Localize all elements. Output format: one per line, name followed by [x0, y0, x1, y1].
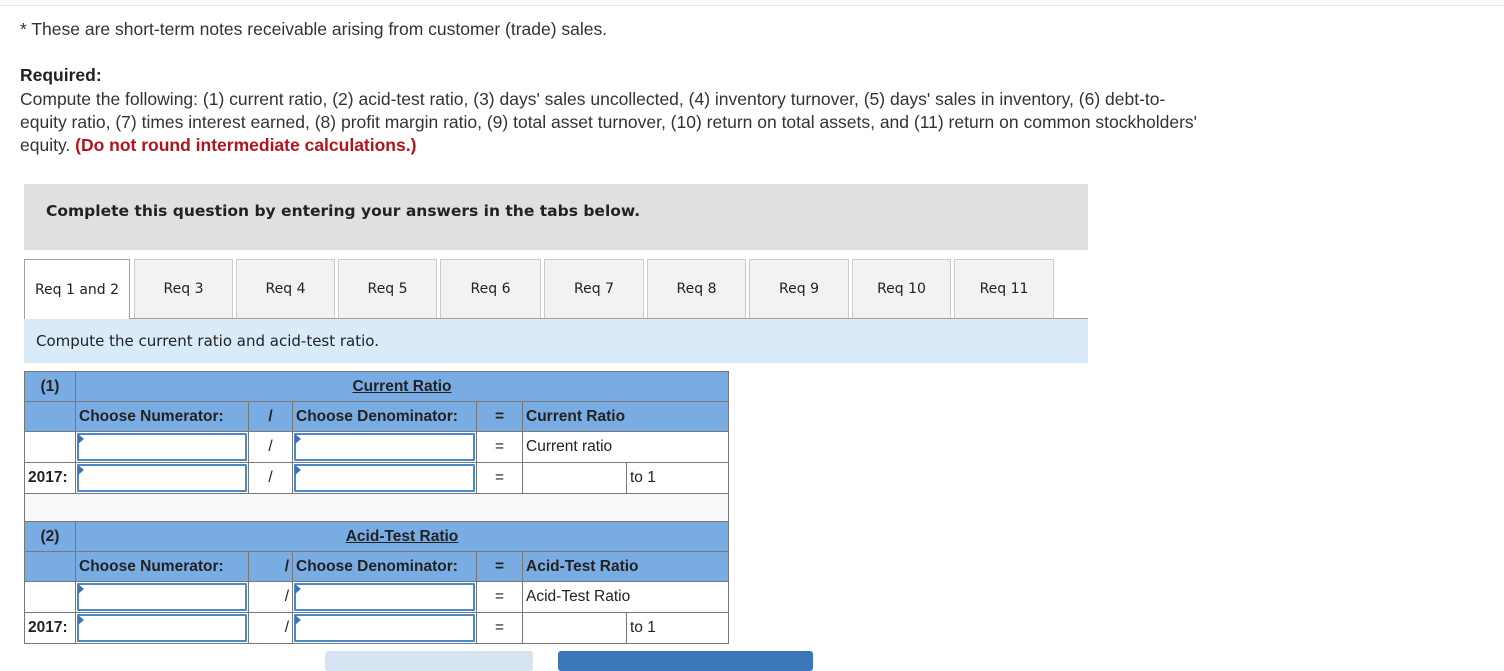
tab-req-5[interactable]: Req 5	[338, 259, 437, 318]
denominator-input-cell	[292, 462, 477, 494]
dropdown-marker-icon	[295, 465, 301, 475]
tab-req-4[interactable]: Req 4	[236, 259, 335, 318]
numerator-header: Choose Numerator:	[75, 401, 249, 432]
numerator-value-input[interactable]	[77, 614, 247, 642]
dropdown-marker-icon	[295, 584, 301, 594]
numerator-select-cell	[75, 581, 249, 613]
tab-label: Req 9	[779, 281, 819, 297]
divide-symbol: /	[248, 401, 293, 432]
equals-symbol: =	[476, 462, 523, 494]
footnote: * These are short-term notes receivable …	[20, 19, 608, 39]
divide-symbol: /	[248, 462, 293, 494]
instructions-banner: Complete this question by entering your …	[24, 184, 1088, 250]
top-bar	[0, 0, 1504, 6]
previous-button[interactable]	[325, 651, 533, 671]
result-suffix: to 1	[626, 462, 729, 494]
section-title: Acid-Test Ratio	[75, 521, 729, 552]
empty-cell	[24, 401, 76, 432]
tab-label: Req 4	[265, 281, 306, 297]
numerator-input-cell	[75, 462, 249, 494]
tab-req-11[interactable]: Req 11	[954, 259, 1054, 318]
result-header: Current Ratio	[522, 401, 729, 432]
tab-req-9[interactable]: Req 9	[749, 259, 849, 318]
required-text: Compute the following: (1) current ratio…	[20, 88, 1210, 157]
next-button[interactable]	[558, 651, 813, 671]
dropdown-marker-icon	[78, 465, 84, 475]
dropdown-marker-icon	[78, 434, 84, 444]
banner-text: Complete this question by entering your …	[46, 202, 641, 220]
tab-req-10[interactable]: Req 10	[852, 259, 951, 318]
equals-symbol: =	[476, 612, 523, 644]
empty-cell	[24, 551, 76, 582]
tab-label: Req 7	[574, 281, 614, 297]
acid-test-ratio-table: (2) Acid-Test Ratio Choose Numerator: / …	[24, 521, 729, 644]
denominator-select-cell	[292, 431, 477, 463]
divide-symbol: /	[248, 431, 293, 463]
divide-symbol: /	[248, 551, 293, 582]
denominator-select-cell	[292, 581, 477, 613]
tab-req-3[interactable]: Req 3	[134, 259, 233, 318]
denominator-dropdown[interactable]	[294, 583, 475, 611]
tab-req-7[interactable]: Req 7	[544, 259, 644, 318]
spacer-row	[24, 493, 729, 524]
tab-req-1-and-2[interactable]: Req 1 and 2	[24, 259, 130, 319]
required-heading: Required:	[20, 65, 102, 85]
instruction-bar: Compute the current ratio and acid-test …	[24, 319, 1088, 363]
year-label: 2017:	[24, 462, 76, 494]
tab-req-6[interactable]: Req 6	[440, 259, 541, 318]
tab-label: Req 8	[676, 281, 717, 297]
numerator-value-input[interactable]	[77, 464, 247, 492]
divide-symbol: /	[248, 581, 293, 613]
equals-symbol: =	[476, 401, 523, 432]
tab-label: Req 5	[367, 281, 408, 297]
denominator-dropdown[interactable]	[294, 433, 475, 461]
empty-cell	[24, 581, 76, 613]
denominator-value-input[interactable]	[294, 614, 475, 642]
denominator-input-cell	[292, 612, 477, 644]
tab-label: Req 1 and 2	[34, 281, 120, 298]
tab-label: Req 11	[979, 281, 1029, 297]
numerator-input-cell	[75, 612, 249, 644]
requirement-tabs: Req 1 and 2 Req 3 Req 4 Req 5 Req 6 Req …	[24, 259, 1088, 319]
current-ratio-table: (1) Current Ratio Choose Numerator: / Ch…	[24, 371, 729, 524]
tab-req-8[interactable]: Req 8	[647, 259, 746, 318]
instruction-text: Compute the current ratio and acid-test …	[36, 332, 379, 350]
dropdown-marker-icon	[295, 434, 301, 444]
tab-label: Req 3	[163, 281, 204, 297]
tab-label: Req 10	[877, 281, 926, 297]
result-value	[522, 612, 627, 644]
divide-symbol: /	[248, 612, 293, 644]
dropdown-marker-icon	[78, 615, 84, 625]
result-suffix: to 1	[626, 612, 729, 644]
denominator-header: Choose Denominator:	[292, 401, 477, 432]
denominator-header: Choose Denominator:	[292, 551, 477, 582]
numerator-header: Choose Numerator:	[75, 551, 249, 582]
tab-label: Req 6	[470, 281, 511, 297]
result-header: Acid-Test Ratio	[522, 551, 729, 582]
formula-result-label: Current ratio	[522, 431, 729, 463]
result-value	[522, 462, 627, 494]
dropdown-marker-icon	[78, 584, 84, 594]
equals-symbol: =	[476, 581, 523, 613]
empty-cell	[24, 431, 76, 463]
numerator-dropdown[interactable]	[77, 583, 247, 611]
section-number: (2)	[24, 521, 76, 552]
denominator-value-input[interactable]	[294, 464, 475, 492]
equals-symbol: =	[476, 551, 523, 582]
equals-symbol: =	[476, 431, 523, 463]
section-title: Current Ratio	[75, 371, 729, 402]
dropdown-marker-icon	[295, 615, 301, 625]
numerator-dropdown[interactable]	[77, 433, 247, 461]
numerator-select-cell	[75, 431, 249, 463]
formula-result-label: Acid-Test Ratio	[522, 581, 729, 613]
section-number: (1)	[24, 371, 76, 402]
year-label: 2017:	[24, 612, 76, 644]
required-emphasis: (Do not round intermediate calculations.…	[75, 135, 417, 155]
